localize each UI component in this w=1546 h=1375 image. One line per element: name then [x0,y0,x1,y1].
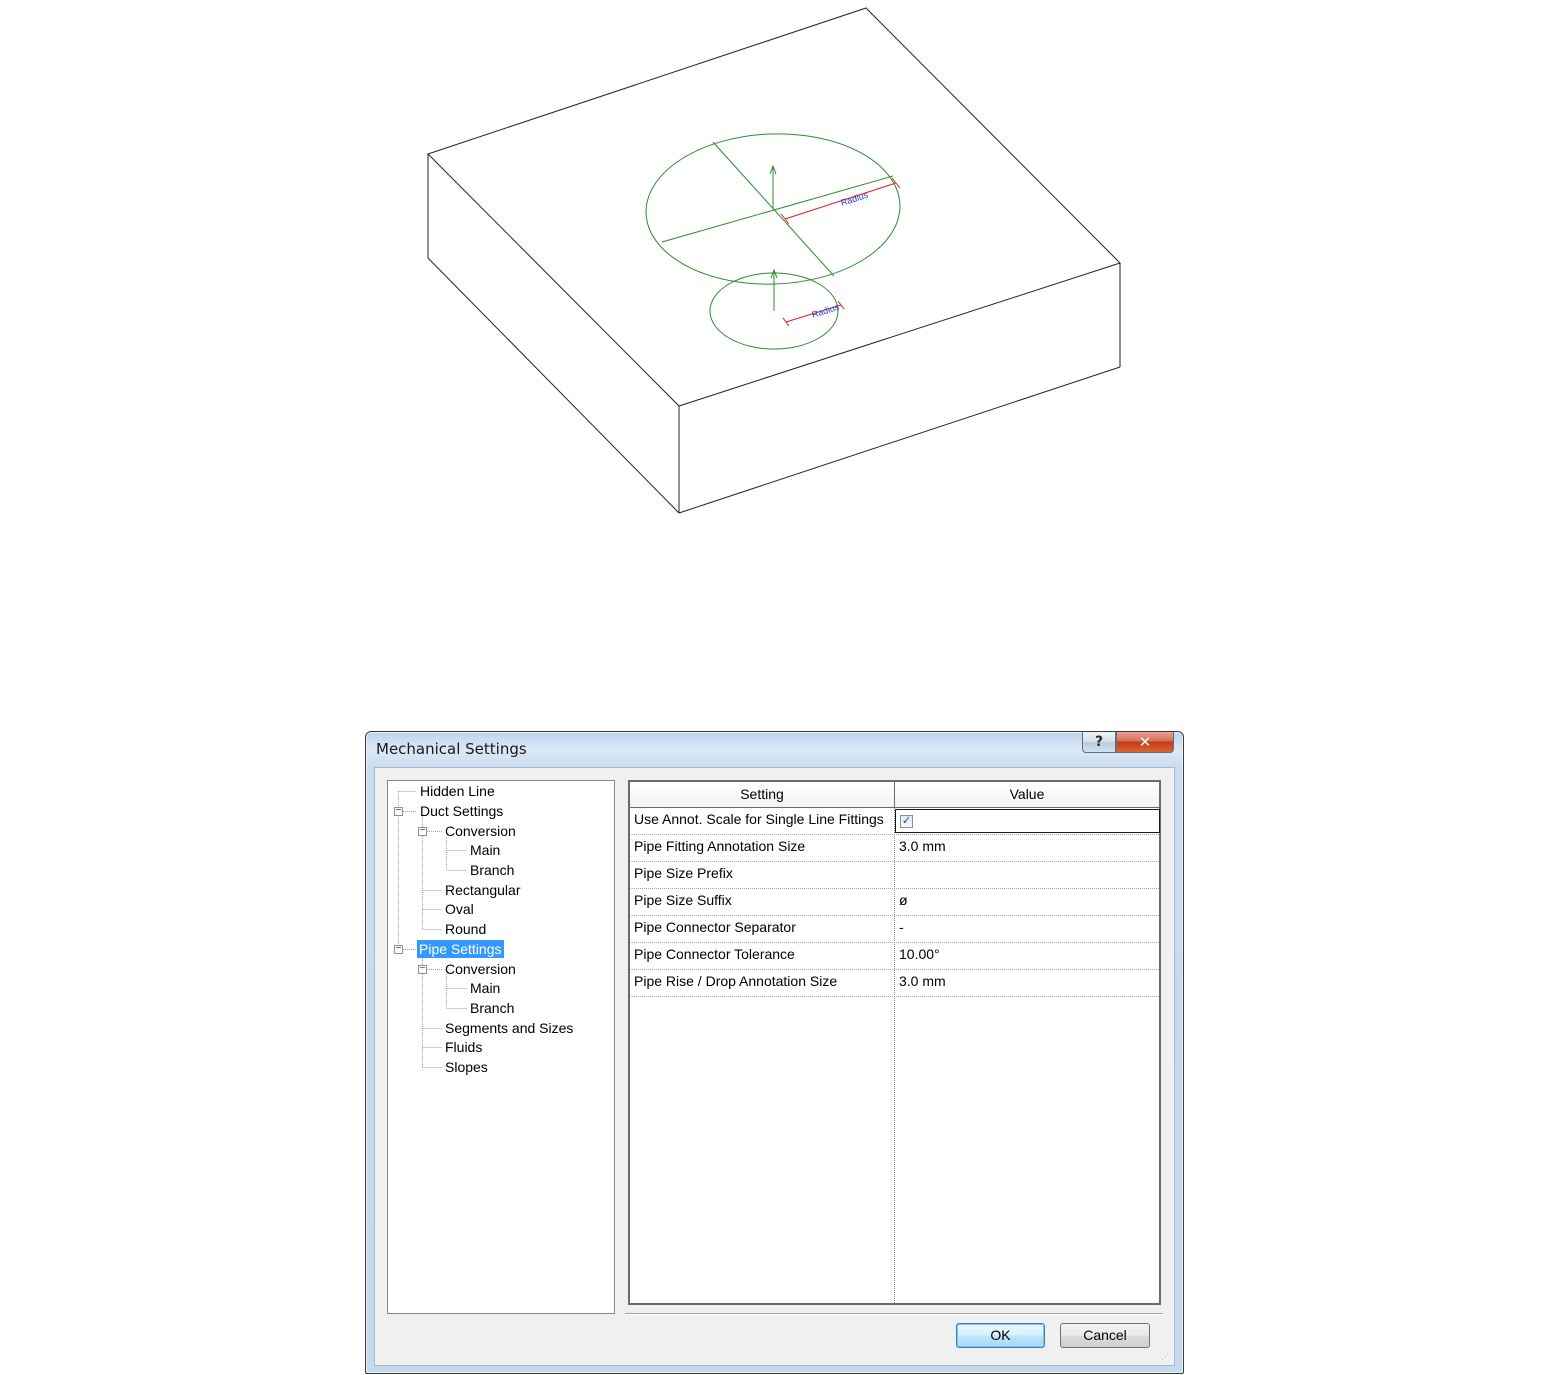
block-bottom-right [678,366,1121,514]
duct-conversion-collapse-icon[interactable]: − [418,826,427,836]
dialog-client-area: − − − − Hidden Line Duct Settings Conver… [374,767,1175,1366]
duct-settings-collapse-icon[interactable]: − [394,806,403,816]
grid-row[interactable]: Pipe Size Suffix ø [630,889,1159,916]
tree-item-slopes[interactable]: Slopes [443,1058,490,1076]
settings-tree[interactable]: − − − − Hidden Line Duct Settings Conver… [387,780,615,1314]
radius-label-small: Radius [811,302,841,320]
grid-row[interactable]: Pipe Size Prefix [630,862,1159,889]
resize-grip-icon[interactable]: ⋰ [1161,1352,1171,1362]
isometric-block-sketch: Radius Radius [427,7,1121,514]
tree-item-duct-branch[interactable]: Branch [468,861,516,879]
circle-large-axis-2 [661,175,894,243]
value-pipe-size-suffix[interactable]: ø [899,889,1157,915]
circle-large [645,133,901,285]
tree-item-rectangular[interactable]: Rectangular [443,881,523,899]
radius-label-large: Radius [840,190,870,208]
value-pipe-connector-tolerance[interactable]: 10.00° [899,943,1157,969]
setting-pipe-size-prefix: Pipe Size Prefix [634,865,733,881]
tree-item-duct-conversion[interactable]: Conversion [443,822,518,840]
value-pipe-size-prefix[interactable] [899,862,1157,888]
question-mark-icon: ? [1094,734,1104,750]
grid-row[interactable]: Pipe Connector Tolerance 10.00° [630,943,1159,970]
value-pipe-connector-separator[interactable]: - [899,916,1157,942]
setting-pipe-connector-tolerance: Pipe Connector Tolerance [634,946,795,962]
tree-item-duct-settings[interactable]: Duct Settings [418,802,505,820]
grid-row[interactable]: Pipe Rise / Drop Annotation Size 3.0 mm [630,970,1159,997]
grid-row[interactable]: Pipe Fitting Annotation Size 3.0 mm [630,835,1159,862]
value-pipe-rise-drop-annotation-size[interactable]: 3.0 mm [899,970,1157,996]
help-button[interactable]: ? [1082,732,1116,753]
dialog-title: Mechanical Settings [376,740,527,758]
setting-pipe-size-suffix: Pipe Size Suffix [634,892,732,908]
grid-row[interactable]: Pipe Connector Separator - [630,916,1159,943]
settings-grid[interactable]: Setting Value Use Annot. Scale for Singl… [628,780,1161,1305]
tree-item-duct-main[interactable]: Main [468,841,502,859]
radius-tick-small-a [782,317,790,327]
pipe-conversion-collapse-icon[interactable]: − [418,964,427,974]
block-edges [427,7,1121,514]
value-use-annot-scale[interactable]: ✓ [895,809,1160,833]
button-area-divider [625,1313,1163,1315]
ok-button[interactable]: OK [956,1323,1045,1348]
tree-item-pipe-branch[interactable]: Branch [468,999,516,1017]
tree-item-pipe-main[interactable]: Main [468,979,502,997]
block-top-face [427,7,1121,407]
tree-item-pipe-conversion[interactable]: Conversion [443,960,518,978]
pipe-settings-collapse-icon[interactable]: − [394,944,403,954]
setting-pipe-rise-drop-annotation-size: Pipe Rise / Drop Annotation Size [634,973,838,989]
mechanical-settings-dialog: Mechanical Settings ? ✕ − − − − Hidden L… [365,731,1184,1374]
header-value[interactable]: Value [895,782,1159,807]
cancel-button[interactable]: Cancel [1060,1323,1150,1348]
setting-use-annot-scale: Use Annot. Scale for Single Line Fitting… [634,811,884,827]
use-annot-scale-checkbox[interactable]: ✓ [900,815,913,828]
grid-row[interactable]: Use Annot. Scale for Single Line Fitting… [630,808,1160,835]
grid-header-separator [894,782,895,807]
tree-item-oval[interactable]: Oval [443,900,476,918]
tree-item-round[interactable]: Round [443,920,488,938]
close-icon: ✕ [1138,733,1152,751]
tree-item-hidden-line[interactable]: Hidden Line [418,782,497,800]
tree-item-segments-and-sizes[interactable]: Segments and Sizes [443,1019,575,1037]
setting-pipe-connector-separator: Pipe Connector Separator [634,919,796,935]
setting-pipe-fitting-annotation-size: Pipe Fitting Annotation Size [634,838,806,854]
tree-item-pipe-settings[interactable]: Pipe Settings [417,940,504,958]
value-pipe-fitting-annotation-size[interactable]: 3.0 mm [899,835,1157,861]
header-setting[interactable]: Setting [630,782,894,807]
block-bottom-left [427,257,680,514]
close-button[interactable]: ✕ [1116,732,1174,753]
tree-item-fluids[interactable]: Fluids [443,1038,484,1056]
